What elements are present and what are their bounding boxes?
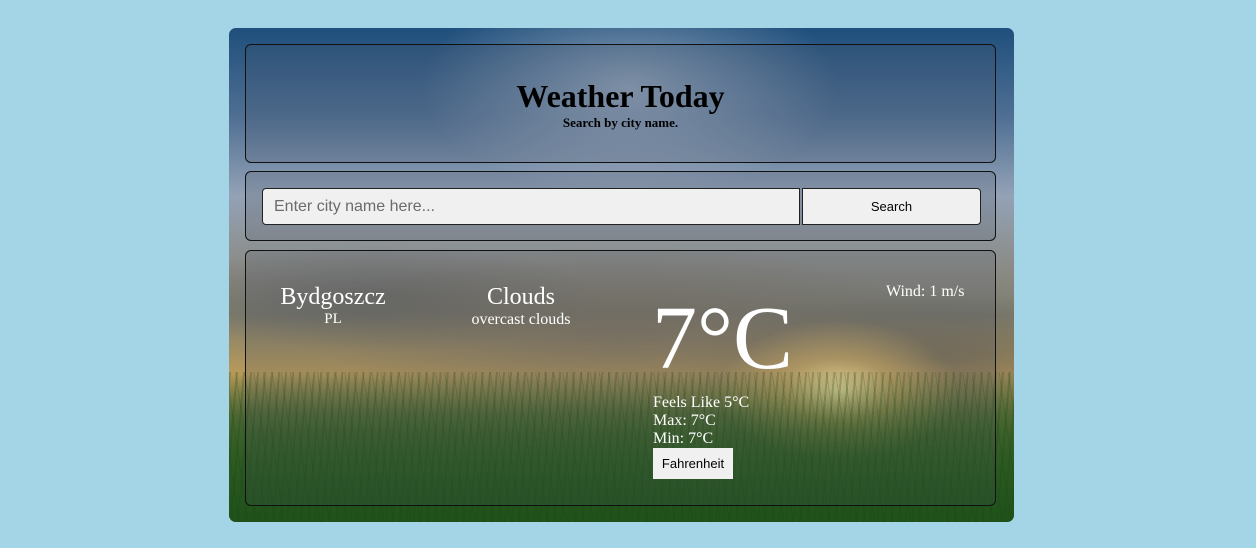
- condition-block: Clouds overcast clouds: [456, 283, 586, 329]
- city-name: Bydgoszcz: [280, 284, 386, 310]
- country-code: PL: [324, 311, 342, 327]
- fahrenheit-toggle-button[interactable]: Fahrenheit: [653, 448, 733, 479]
- page-subtitle: Search by city name.: [562, 115, 679, 130]
- weather-app: Weather Today Search by city name. Searc…: [229, 28, 1014, 522]
- header-panel: Weather Today Search by city name.: [245, 44, 996, 163]
- temperature-value: 7°C: [652, 289, 794, 388]
- search-button[interactable]: Search: [802, 188, 981, 225]
- wind-speed-text: Wind: 1 m/s: [886, 283, 965, 300]
- location-block: Bydgoszcz PL: [278, 283, 388, 327]
- feels-like-text: Feels Like 5°C: [653, 394, 750, 411]
- max-temp-text: Max: 7°C: [653, 412, 716, 429]
- search-panel: Search: [245, 171, 996, 241]
- condition-description: overcast clouds: [471, 311, 571, 328]
- city-search-input[interactable]: [262, 188, 800, 225]
- page-title: Weather Today: [516, 78, 725, 114]
- temperature-details: Feels Like 5°C Max: 7°C Min: 7°C: [653, 394, 749, 448]
- min-temp-text: Min: 7°C: [653, 430, 714, 447]
- condition-main: Clouds: [486, 284, 555, 310]
- weather-panel: Bydgoszcz PL Clouds overcast clouds 7°C …: [245, 250, 996, 506]
